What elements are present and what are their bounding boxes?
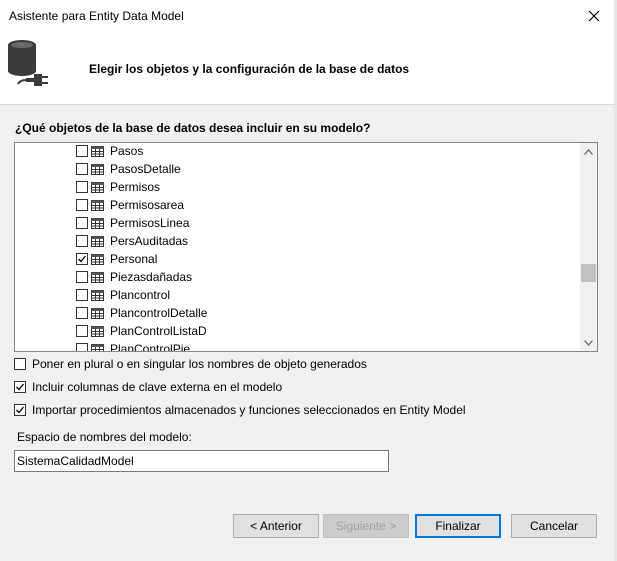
tree-item-label: Plancontrol <box>110 288 171 302</box>
tree-item[interactable]: PermisosLinea <box>76 214 189 232</box>
tree-item[interactable]: PlanControlPie <box>76 340 191 352</box>
table-icon <box>91 271 104 283</box>
table-icon <box>91 181 104 193</box>
tree-item[interactable]: Plancontrol <box>76 286 170 304</box>
table-icon <box>91 289 104 301</box>
table-icon <box>91 217 104 229</box>
header-title: Elegir los objetos y la configuración de… <box>89 62 410 76</box>
item-checkbox[interactable] <box>76 253 88 265</box>
namespace-label: Espacio de nombres del modelo: <box>17 430 192 444</box>
back-button[interactable]: < Anterior <box>233 514 319 538</box>
tree-item-label: PasosDetalle <box>110 162 181 176</box>
wizard-body: ¿Qué objetos de la base de datos desea i… <box>0 105 615 561</box>
scroll-thumb[interactable] <box>581 264 596 282</box>
tree-item[interactable]: PlanControlListaD <box>76 322 207 340</box>
item-checkbox[interactable] <box>76 181 88 193</box>
item-checkbox[interactable] <box>76 163 88 175</box>
checkmark-icon <box>16 406 25 414</box>
option-1[interactable]: Poner en plural o en singular los nombre… <box>14 357 367 371</box>
tree-item-label: Pasos <box>110 144 144 158</box>
table-icon <box>91 235 104 247</box>
tree-item[interactable]: Permisosarea <box>76 196 184 214</box>
table-icon <box>91 145 104 157</box>
option-label: Incluir columnas de clave externa en el … <box>32 380 283 394</box>
option-label: Poner en plural o en singular los nombre… <box>32 357 367 371</box>
namespace-input[interactable] <box>14 450 389 472</box>
wizard-header: Elegir los objetos y la configuración de… <box>0 32 614 105</box>
tree-item[interactable]: Pasos <box>76 143 144 160</box>
tree-item[interactable]: PlancontrolDetalle <box>76 304 207 322</box>
chevron-down-icon <box>584 339 593 346</box>
item-checkbox[interactable] <box>76 235 88 247</box>
title-bar: Asistente para Entity Data Model <box>0 0 617 32</box>
tree-item-label: PlanControlListaD <box>110 324 207 338</box>
tree-item[interactable]: Piezasdañadas <box>76 268 192 286</box>
scroll-up-button[interactable] <box>580 143 597 160</box>
objects-tree[interactable]: Pasos PasosDetalle Permisos Permisosarea Per… <box>14 142 598 352</box>
tree-item-label: PermisosLinea <box>110 216 190 230</box>
close-icon <box>588 10 600 22</box>
tree-item[interactable]: Personal <box>76 250 157 268</box>
tree-item-label: Permisos <box>110 180 161 194</box>
tree-item[interactable]: PersAuditadas <box>76 232 188 250</box>
option-label: Importar procedimientos almacenados y fu… <box>32 403 466 417</box>
checkmark-icon <box>16 383 25 391</box>
item-checkbox[interactable] <box>76 289 88 301</box>
table-icon <box>91 343 104 351</box>
table-icon <box>91 163 104 175</box>
tree-item-label: PlanControlPie <box>110 342 191 352</box>
item-checkbox[interactable] <box>76 145 88 157</box>
cancel-button[interactable]: Cancelar <box>511 514 597 538</box>
item-checkbox[interactable] <box>76 325 88 337</box>
tree-item-label: Piezasdañadas <box>110 270 193 284</box>
next-button[interactable]: Siguiente > <box>323 514 409 538</box>
checkmark-icon <box>78 255 87 263</box>
close-button[interactable] <box>571 0 617 32</box>
option-2[interactable]: Incluir columnas de clave externa en el … <box>14 380 282 394</box>
database-icon <box>8 40 48 86</box>
item-checkbox[interactable] <box>76 343 88 351</box>
table-icon <box>91 253 104 265</box>
option-3[interactable]: Importar procedimientos almacenados y fu… <box>14 403 466 417</box>
tree-scrollbar[interactable] <box>580 143 597 351</box>
table-icon <box>91 325 104 337</box>
tree-item[interactable]: Permisos <box>76 178 160 196</box>
scroll-down-button[interactable] <box>580 334 597 351</box>
tree-item-label: Personal <box>110 252 158 266</box>
finish-button[interactable]: Finalizar <box>415 514 501 538</box>
item-checkbox[interactable] <box>76 217 88 229</box>
objects-question: ¿Qué objetos de la base de datos desea i… <box>15 121 371 135</box>
tree-item-label: PersAuditadas <box>110 234 189 248</box>
table-icon <box>91 199 104 211</box>
tree-item-label: PlancontrolDetalle <box>110 306 208 320</box>
option-checkbox[interactable] <box>14 358 26 370</box>
tree-item-label: Permisosarea <box>110 198 185 212</box>
item-checkbox[interactable] <box>76 271 88 283</box>
tree-item[interactable]: PasosDetalle <box>76 160 181 178</box>
option-checkbox[interactable] <box>14 381 26 393</box>
item-checkbox[interactable] <box>76 199 88 211</box>
option-checkbox[interactable] <box>14 404 26 416</box>
item-checkbox[interactable] <box>76 307 88 319</box>
chevron-up-icon <box>584 148 593 155</box>
window-title: Asistente para Entity Data Model <box>9 9 184 23</box>
table-icon <box>91 307 104 319</box>
